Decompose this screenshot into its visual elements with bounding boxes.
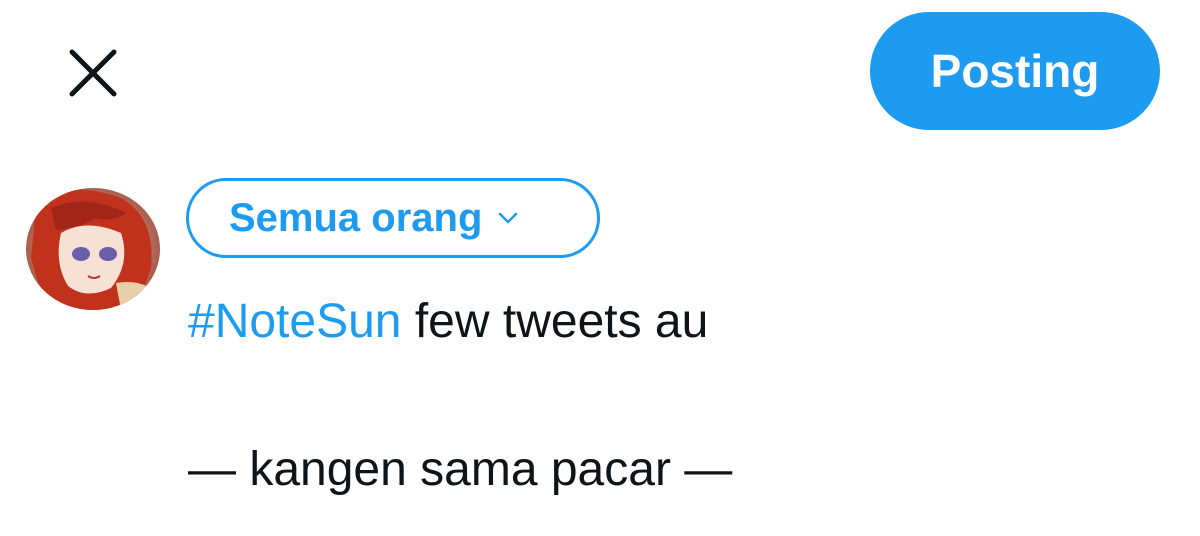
tweet-text-line-2[interactable]: — kangen sama pacar — xyxy=(188,442,732,497)
close-icon xyxy=(69,49,117,97)
tweet-text-line-1[interactable]: #NoteSun few tweets au xyxy=(188,294,708,349)
audience-selector[interactable]: Semua orang xyxy=(186,178,600,258)
avatar-image xyxy=(26,188,160,310)
hashtag-link[interactable]: #NoteSun xyxy=(188,295,402,348)
compose-screen: Posting Semua orang #NoteSun few tweets … xyxy=(0,0,1200,536)
tweet-text: — kangen sama pacar — xyxy=(188,443,733,496)
audience-label: Semua orang xyxy=(229,195,483,240)
close-button[interactable] xyxy=(60,40,126,106)
avatar[interactable] xyxy=(26,188,160,310)
post-button[interactable]: Posting xyxy=(870,12,1160,130)
chevron-down-icon xyxy=(496,210,520,226)
tweet-text: few tweets au xyxy=(401,295,709,348)
